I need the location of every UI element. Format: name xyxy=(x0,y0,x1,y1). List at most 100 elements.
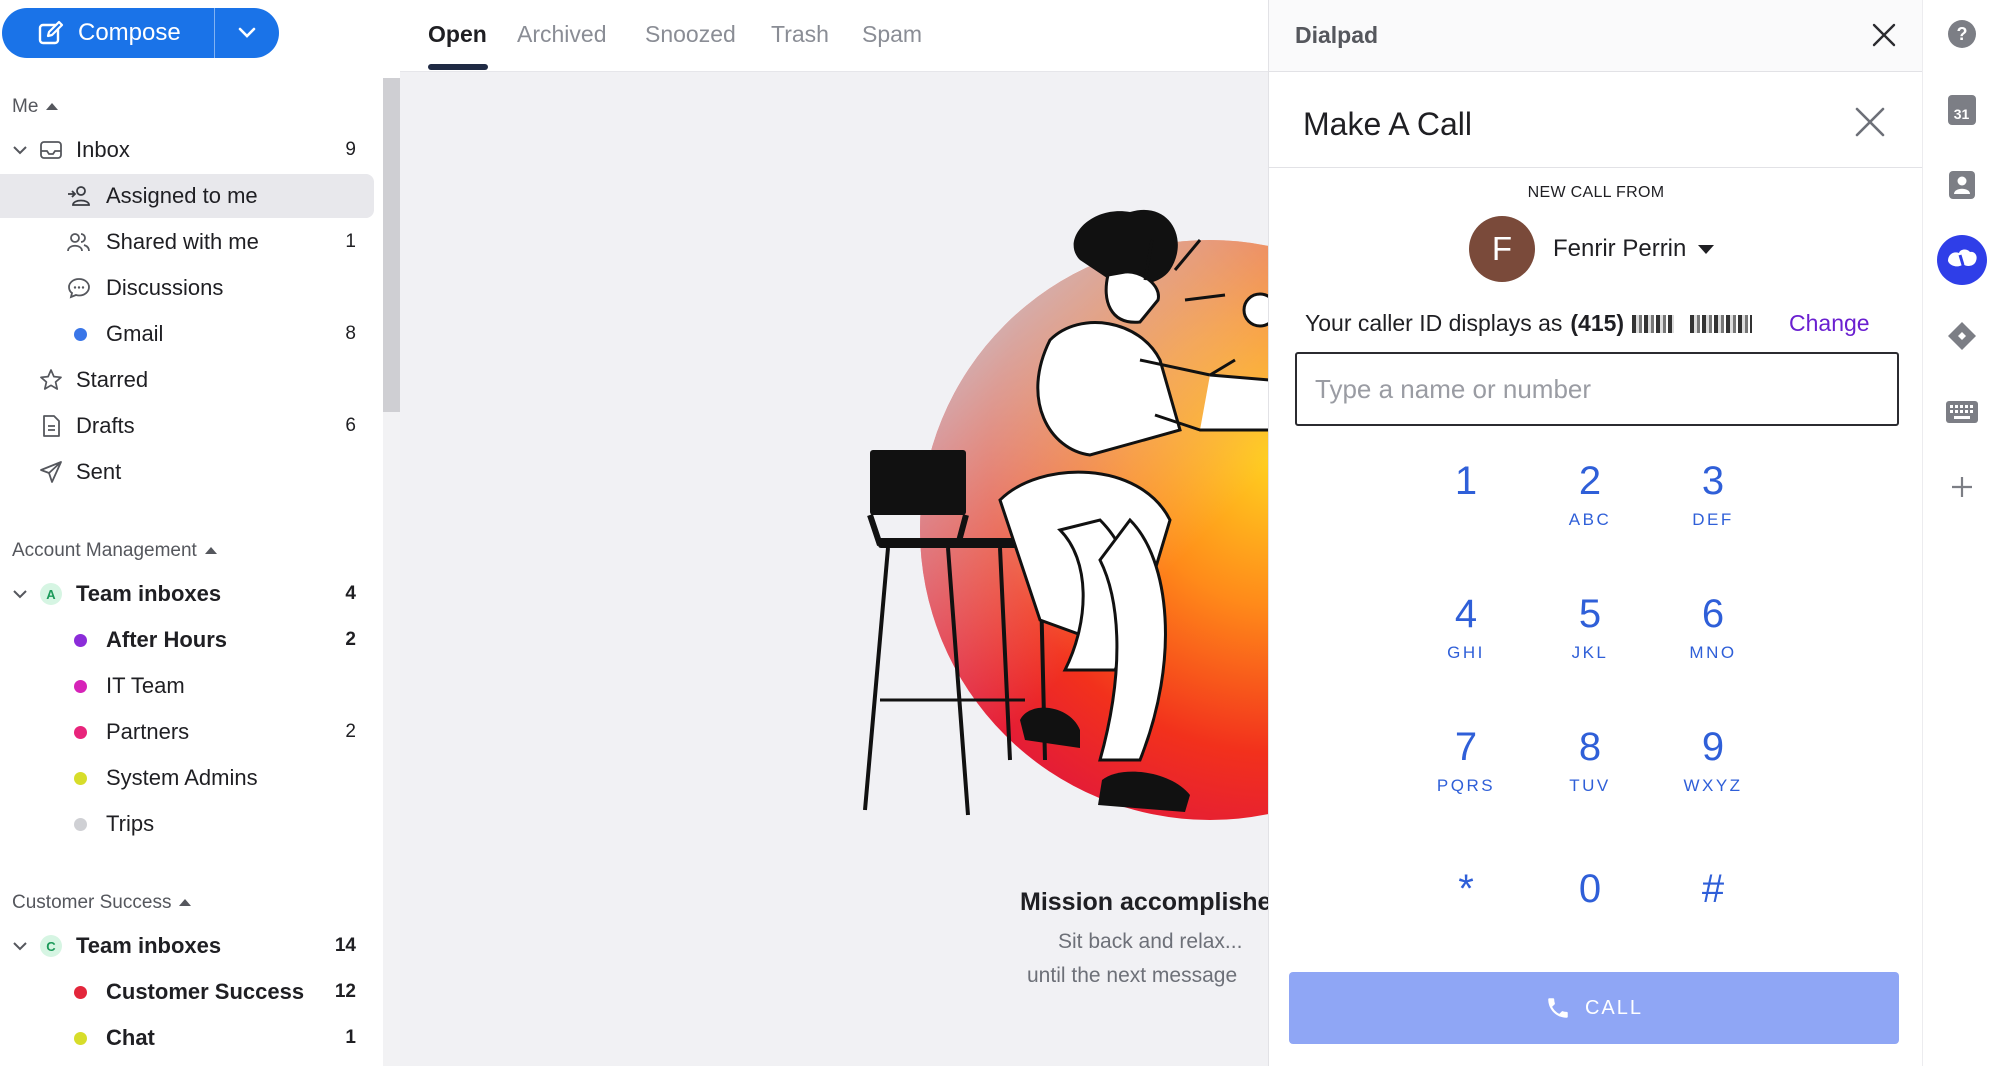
call-button[interactable]: CALL xyxy=(1289,972,1899,1044)
new-call-from-label: NEW CALL FROM xyxy=(1527,184,1665,201)
diamond-app-button[interactable] xyxy=(1923,309,1999,363)
section-header-customer-success[interactable]: Customer Success xyxy=(12,892,192,914)
dial-key-4[interactable]: 4 GHI xyxy=(1411,591,1521,691)
dial-key-digit: 5 xyxy=(1578,592,1602,636)
draft-document-icon xyxy=(38,413,64,439)
dial-key-hash[interactable]: # xyxy=(1658,866,1768,966)
caret-up-icon xyxy=(204,546,217,554)
sidebar-scrollbar-thumb[interactable] xyxy=(383,78,400,412)
dial-key-star[interactable]: * xyxy=(1411,866,1521,966)
make-a-call-header: Make A Call xyxy=(1269,72,1923,168)
inbox-color-dot xyxy=(74,327,87,341)
inbox-icon xyxy=(38,137,64,163)
make-a-call-body: NEW CALL FROM F Fenrir Perrin Your calle… xyxy=(1269,168,1923,1066)
add-app-button[interactable] xyxy=(1923,460,1999,514)
dial-key-2[interactable]: 2 ABC xyxy=(1535,458,1645,558)
sidebar-item-discussions[interactable]: Discussions xyxy=(0,266,374,310)
sidebar-item-gmail[interactable]: Gmail 8 xyxy=(0,312,374,356)
sidebar-item-inbox[interactable]: Inbox 9 xyxy=(0,128,374,172)
caret-up-icon xyxy=(46,102,59,110)
dial-key-digit: 9 xyxy=(1701,725,1725,769)
caller-id-text: Your caller ID displays as xyxy=(1305,310,1563,336)
section-header-account-management[interactable]: Account Management xyxy=(12,540,217,562)
calendar-day: 31 xyxy=(1953,106,1970,122)
empty-state-subtitle-2: until the next message xyxy=(1027,964,1238,987)
sidebar-item-assigned-to-me[interactable]: Assigned to me xyxy=(0,174,374,218)
tab-open[interactable]: Open xyxy=(428,21,487,48)
tab-trash[interactable]: Trash xyxy=(771,21,829,48)
dial-key-9[interactable]: 9 WXYZ xyxy=(1658,724,1768,824)
dialpad-app-button[interactable] xyxy=(1923,233,1999,287)
tab-spam[interactable]: Spam xyxy=(862,21,922,48)
tab-archived[interactable]: Archived xyxy=(517,21,606,48)
sidebar-item-label: Shared with me xyxy=(106,229,259,254)
dial-key-5[interactable]: 5 JKL xyxy=(1535,591,1645,691)
dial-key-letters: WXYZ xyxy=(1683,776,1743,795)
contacts-button[interactable] xyxy=(1923,158,1999,212)
compose-button[interactable]: Compose xyxy=(2,8,214,58)
section-header-me[interactable]: Me xyxy=(12,96,59,118)
sidebar-item-label: Gmail xyxy=(106,321,164,346)
sidebar-item-team-inboxes-a[interactable]: A Team inboxes 4 xyxy=(0,572,374,616)
chevron-down-icon[interactable] xyxy=(12,938,28,954)
sidebar-item-label: Chat xyxy=(106,1025,155,1050)
close-call-icon[interactable] xyxy=(1854,106,1886,138)
sidebar-item-after-hours[interactable]: After Hours 2 xyxy=(0,618,374,662)
keyboard-icon xyxy=(1945,401,1978,423)
dial-key-1[interactable]: 1 xyxy=(1411,458,1521,558)
sidebar-item-customer-success[interactable]: Customer Success 12 xyxy=(0,970,374,1014)
close-panel-icon[interactable] xyxy=(1869,20,1899,50)
shared-users-icon xyxy=(66,229,92,255)
dial-key-0[interactable]: 0 xyxy=(1535,866,1645,966)
sidebar-item-system-admins[interactable]: System Admins xyxy=(0,756,374,800)
redacted-digits-block xyxy=(1690,314,1753,333)
dial-key-8[interactable]: 8 TUV xyxy=(1535,724,1645,824)
sidebar-item-team-inboxes-c[interactable]: C Team inboxes 14 xyxy=(0,924,374,968)
section-header-label: Account Management xyxy=(12,540,197,561)
chevron-down-icon[interactable] xyxy=(12,142,28,158)
section-header-label: Me xyxy=(12,96,39,117)
diamond-app-icon xyxy=(1947,322,1976,350)
sidebar-item-trips[interactable]: Trips xyxy=(0,802,374,846)
chevron-down-icon xyxy=(238,27,256,38)
sidebar-item-drafts[interactable]: Drafts 6 xyxy=(0,404,374,448)
dial-key-digit: 0 xyxy=(1578,867,1602,911)
compose-options-button[interactable] xyxy=(215,8,279,58)
dial-key-6[interactable]: 6 MNO xyxy=(1658,591,1768,691)
help-button[interactable]: ? xyxy=(1923,7,1999,61)
team-badge: C xyxy=(40,935,62,957)
svg-text:?: ? xyxy=(1956,24,1967,44)
tab-snoozed[interactable]: Snoozed xyxy=(645,21,736,48)
section-header-label: Customer Success xyxy=(12,892,172,913)
dial-key-3[interactable]: 3 DEF xyxy=(1658,458,1768,558)
sidebar-item-it-team[interactable]: IT Team xyxy=(0,664,374,708)
caller-selector[interactable]: F Fenrir Perrin xyxy=(1469,216,1715,282)
sidebar-item-partners[interactable]: Partners 2 xyxy=(0,710,374,754)
send-icon xyxy=(38,459,64,485)
empty-state-subtitle: Sit back and relax... xyxy=(1058,930,1243,953)
dial-key-7[interactable]: 7 PQRS xyxy=(1411,724,1521,824)
caret-down-icon xyxy=(1698,244,1715,254)
sidebar-item-starred[interactable]: Starred xyxy=(0,358,374,402)
make-a-call-title: Make A Call xyxy=(1303,106,1472,142)
chevron-down-icon[interactable] xyxy=(12,586,28,602)
dial-key-digit: 1 xyxy=(1454,459,1478,503)
dial-number-input[interactable] xyxy=(1295,352,1899,426)
inbox-color-dot xyxy=(74,725,87,739)
sidebar-item-sent[interactable]: Sent xyxy=(0,450,374,494)
conversation-list-pane: Open Archived Snoozed Trash Spam Mission… xyxy=(400,0,1268,1066)
keyboard-button[interactable] xyxy=(1923,385,1999,439)
sidebar-item-shared-with-me[interactable]: Shared with me 1 xyxy=(0,220,374,264)
unread-count: 14 xyxy=(334,935,356,956)
team-badge: A xyxy=(40,583,62,605)
calendar-button[interactable]: 31 xyxy=(1923,83,1999,137)
sidebar: Compose Me Inbox 9 Assigned to me Shared… xyxy=(0,0,400,1066)
sidebar-item-chat[interactable]: Chat 1 xyxy=(0,1016,374,1060)
change-caller-id-link[interactable]: Change xyxy=(1789,310,1870,337)
sidebar-item-label: System Admins xyxy=(106,765,258,790)
inbox-color-dot xyxy=(74,771,87,785)
active-tab-indicator xyxy=(428,64,488,70)
add-icon xyxy=(1951,477,1972,497)
dial-key-letters: JKL xyxy=(1571,643,1609,662)
dialpad-title: Dialpad xyxy=(1295,22,1379,48)
